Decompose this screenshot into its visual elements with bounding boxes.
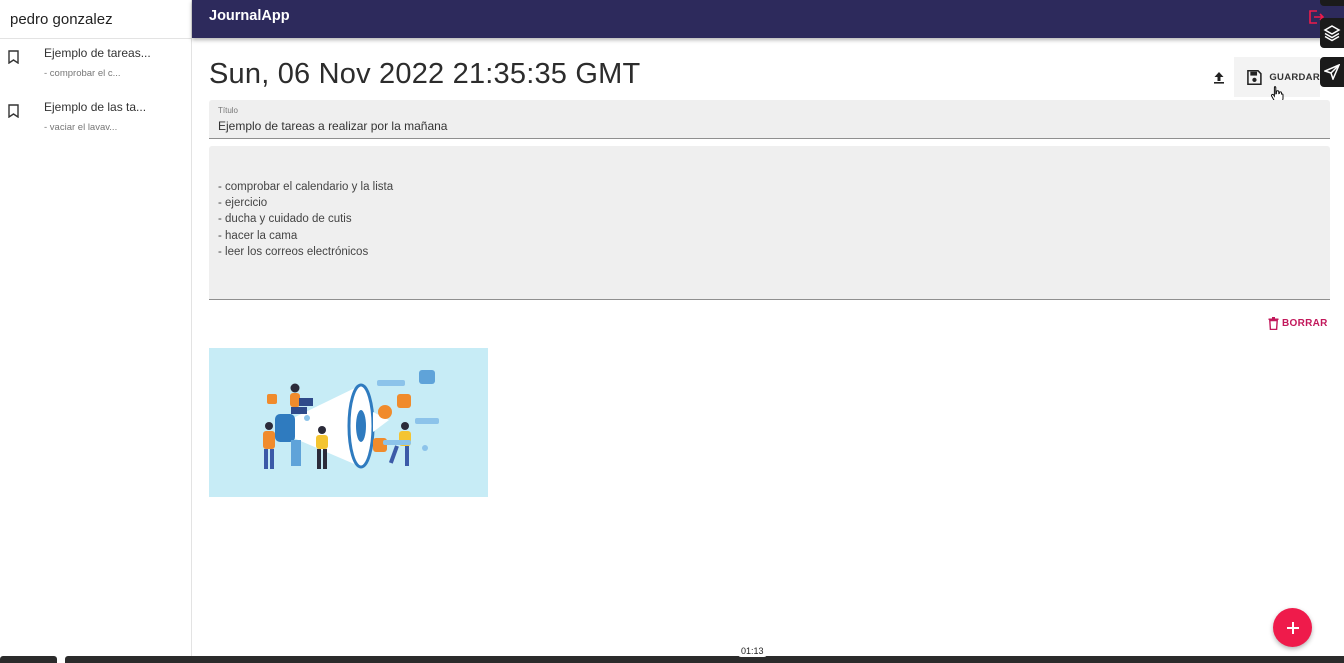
body-line: - ejercicio [218, 197, 268, 209]
entry-title: Ejemplo de las ta... [44, 100, 147, 114]
user-name: pedro gonzalez [10, 10, 113, 28]
body-line: - comprobar el calendario y la lista [218, 181, 394, 193]
delete-label: BORRAR [1282, 317, 1328, 329]
sidebar: pedro gonzalez Ejemplo de tareas... - co… [0, 0, 192, 663]
note-date: Sun, 06 Nov 2022 21:35:35 GMT [209, 58, 641, 90]
bookmark-icon [8, 50, 19, 64]
title-field-label: Título [218, 106, 239, 115]
video-timestamp: 01:13 [738, 645, 767, 657]
video-control-left[interactable] [0, 656, 57, 663]
sidebar-entry[interactable]: Ejemplo de tareas... - comprobar el c... [0, 39, 191, 93]
app-title: JournalApp [209, 8, 290, 24]
upload-button[interactable] [1206, 64, 1232, 90]
note-image [209, 348, 488, 497]
send-button[interactable] [1320, 57, 1344, 87]
sidebar-header: pedro gonzalez [0, 0, 191, 39]
trash-icon [1268, 316, 1279, 330]
title-field[interactable]: Título Ejemplo de tareas a realizar por … [209, 100, 1330, 139]
body-line: - leer los correos electrónicos [218, 246, 369, 258]
entry-preview: - vaciar el lavav... [44, 122, 118, 133]
add-entry-button[interactable] [1273, 608, 1312, 647]
entry-preview: - comprobar el c... [44, 68, 121, 79]
app-bar: JournalApp [192, 0, 1344, 38]
upload-icon [1214, 71, 1224, 84]
overlay-tool-button[interactable] [1320, 0, 1344, 6]
entry-title: Ejemplo de tareas... [44, 46, 151, 60]
plus-icon [1286, 621, 1299, 634]
save-label: GUARDAR [1269, 71, 1320, 83]
save-icon [1247, 69, 1262, 85]
bookmark-icon [8, 104, 19, 118]
megaphone-illustration [209, 348, 488, 497]
send-icon [1324, 64, 1340, 80]
delete-button[interactable]: BORRAR [1268, 315, 1328, 331]
body-textarea[interactable]: - comprobar el calendario y la lista - e… [209, 146, 1330, 300]
title-input[interactable]: Ejemplo de tareas a realizar por la maña… [218, 119, 447, 133]
layers-icon [1323, 25, 1341, 42]
journal-app: pedro gonzalez Ejemplo de tareas... - co… [0, 0, 1344, 663]
body-line: - hacer la cama [218, 230, 298, 242]
layers-button[interactable] [1320, 18, 1344, 48]
body-line: - ducha y cuidado de cutis [218, 213, 352, 225]
sidebar-entry[interactable]: Ejemplo de las ta... - vaciar el lavav..… [0, 93, 191, 147]
video-progress-bar[interactable] [65, 656, 1344, 663]
